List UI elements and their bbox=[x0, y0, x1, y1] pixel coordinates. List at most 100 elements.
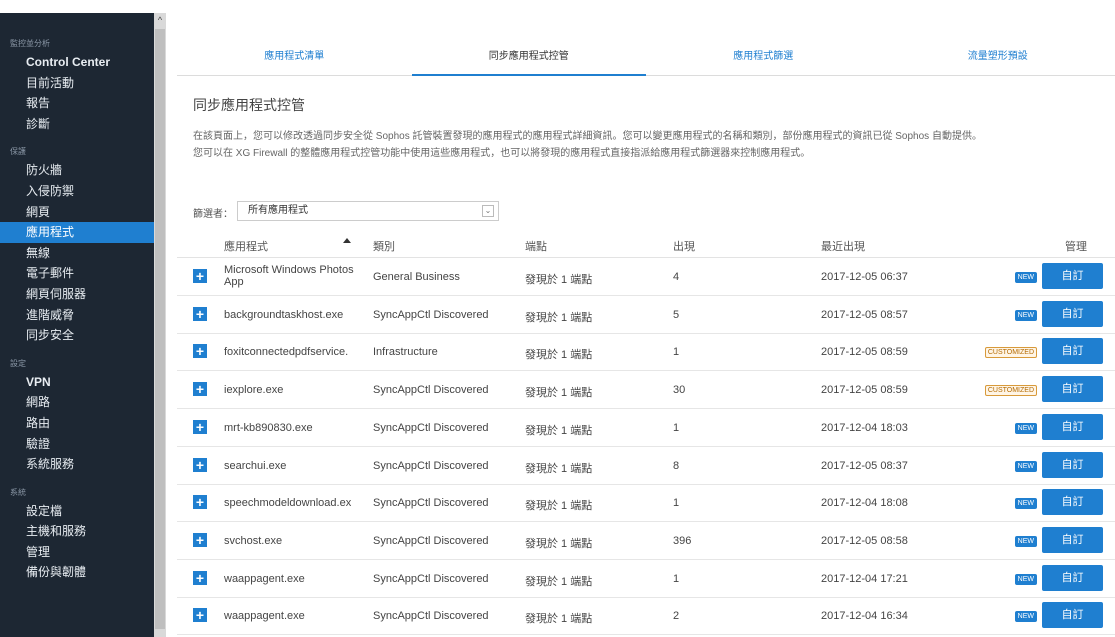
sidebar-item[interactable]: 防火牆 bbox=[0, 160, 166, 181]
header-category[interactable]: 類別 bbox=[373, 238, 395, 254]
app-occurrences: 1 bbox=[673, 346, 680, 359]
sidebar-item[interactable]: 同步安全 bbox=[0, 325, 166, 346]
sidebar-item[interactable]: 網頁 bbox=[0, 202, 166, 223]
expand-plus-icon[interactable]: + bbox=[193, 344, 207, 359]
customize-button[interactable]: 自訂 bbox=[1042, 526, 1103, 553]
sidebar-item[interactable]: 入侵防禦 bbox=[0, 181, 166, 202]
sidebar-item[interactable]: 網路 bbox=[0, 392, 166, 413]
sidebar-item[interactable]: 主機和服務 bbox=[0, 521, 166, 542]
sidebar-item[interactable]: 系統服務 bbox=[0, 454, 166, 475]
app-category: SyncAppCtl Discovered bbox=[373, 459, 489, 472]
expand-plus-icon[interactable]: + bbox=[193, 269, 207, 283]
sidebar-item[interactable]: 目前活動 bbox=[0, 73, 166, 94]
header-endpoint[interactable]: 端點 bbox=[525, 238, 547, 254]
app-occurrences: 4 bbox=[673, 271, 680, 283]
sidebar-item[interactable]: 路由 bbox=[0, 413, 166, 434]
status-badge: NEW bbox=[1014, 573, 1037, 585]
app-name: waappagent.exe bbox=[224, 610, 305, 623]
app-occurrences: 5 bbox=[673, 308, 680, 321]
sidebar-item[interactable]: 診斷 bbox=[0, 114, 166, 135]
tab-app-filter[interactable]: 應用程式篩選 bbox=[646, 40, 881, 75]
expand-plus-icon[interactable]: + bbox=[193, 457, 207, 472]
expand-plus-icon[interactable]: + bbox=[193, 570, 207, 585]
sidebar-item[interactable]: 電子郵件 bbox=[0, 263, 166, 284]
status-badge: NEW bbox=[1014, 460, 1037, 472]
expand-plus-icon[interactable]: + bbox=[193, 382, 207, 397]
customize-button[interactable]: 自訂 bbox=[1042, 300, 1103, 327]
sidebar-item[interactable]: Control Center bbox=[0, 52, 166, 73]
app-last-seen: 2017-12-04 17:21 bbox=[821, 572, 908, 585]
app-category: Infrastructure bbox=[373, 346, 438, 359]
customize-button[interactable]: 自訂 bbox=[1042, 413, 1103, 440]
header-occurrences[interactable]: 出現 bbox=[673, 238, 695, 254]
sidebar-item[interactable]: 應用程式 bbox=[0, 222, 154, 243]
sidebar-item[interactable]: 進階威脅 bbox=[0, 305, 166, 326]
app-last-seen: 2017-12-04 16:34 bbox=[821, 610, 908, 623]
tab-traffic-shaping[interactable]: 流量塑形預設 bbox=[881, 40, 1115, 75]
sort-ascending-icon[interactable] bbox=[343, 238, 351, 243]
sidebar-item[interactable]: 備份與韌體 bbox=[0, 562, 166, 583]
app-endpoint: 發現於 1 端點 bbox=[525, 613, 593, 626]
app-endpoint: 發現於 1 端點 bbox=[525, 349, 593, 362]
header-app[interactable]: 應用程式 bbox=[224, 238, 268, 254]
table-row: + waappagent.exe SyncAppCtl Discovered 發現於 … bbox=[177, 561, 1115, 598]
status-badge: NEW bbox=[1014, 272, 1037, 283]
app-category: SyncAppCtl Discovered bbox=[373, 384, 489, 397]
expand-plus-icon[interactable]: + bbox=[193, 306, 207, 321]
sidebar-section-title: 設定 bbox=[10, 358, 26, 368]
header-last-seen[interactable]: 最近出現 bbox=[821, 238, 865, 254]
scroll-up-icon[interactable]: ^ bbox=[155, 13, 165, 27]
table-row: + waappagent.exe SyncAppCtl Discovered 發現於 … bbox=[177, 598, 1115, 636]
sidebar-item[interactable]: 報告 bbox=[0, 93, 166, 114]
expand-plus-icon[interactable]: + bbox=[193, 495, 207, 510]
table-row: + iexplore.exe SyncAppCtl Discovered 發現於 1 … bbox=[177, 372, 1115, 410]
app-occurrences: 1 bbox=[673, 497, 680, 510]
sidebar-item[interactable]: 驗證 bbox=[0, 434, 166, 455]
sidebar-item[interactable]: 無線 bbox=[0, 243, 166, 264]
sidebar-item[interactable]: 管理 bbox=[0, 542, 166, 563]
customize-button[interactable]: 自訂 bbox=[1042, 263, 1103, 289]
app-occurrences: 1 bbox=[673, 572, 680, 585]
app-occurrences: 1 bbox=[673, 421, 680, 434]
tab-bar: 應用程式清單 同步應用程式控管 應用程式篩選 流量塑形預設 bbox=[177, 40, 1115, 76]
status-badge: NEW bbox=[1014, 309, 1037, 321]
app-name: Microsoft Windows Photos App bbox=[224, 264, 354, 288]
page-description: 在該頁面上，您可以修改透過同步安全從 Sophos 託管裝置發現的應用程式的應用… bbox=[193, 131, 982, 159]
customize-button[interactable]: 自訂 bbox=[1042, 338, 1103, 365]
app-last-seen: 2017-12-05 08:37 bbox=[821, 459, 908, 472]
status-badge: NEW bbox=[1014, 422, 1037, 434]
app-endpoint: 發現於 1 端點 bbox=[525, 387, 593, 400]
tab-app-list[interactable]: 應用程式清單 bbox=[177, 40, 412, 75]
app-category: SyncAppCtl Discovered bbox=[373, 421, 489, 434]
table-row: + Microsoft Windows Photos App General Bus… bbox=[177, 259, 1115, 296]
customize-button[interactable]: 自訂 bbox=[1042, 564, 1103, 591]
customize-button[interactable]: 自訂 bbox=[1042, 451, 1103, 478]
header-manage: 管理 bbox=[1065, 241, 1087, 253]
app-last-seen: 2017-12-05 06:37 bbox=[821, 271, 908, 283]
sidebar-scrollbar-thumb[interactable] bbox=[155, 29, 165, 629]
chevron-down-icon: ⌄ bbox=[482, 205, 494, 217]
app-name: iexplore.exe bbox=[224, 384, 284, 397]
expand-plus-icon[interactable]: + bbox=[193, 419, 207, 434]
app-last-seen: 2017-12-04 18:03 bbox=[821, 421, 908, 434]
filter-select[interactable]: 所有應用程式 ⌄ bbox=[237, 201, 499, 221]
table-row: + svchost.exe SyncAppCtl Discovered 發現於 1 端… bbox=[177, 523, 1115, 560]
sidebar-item[interactable]: 設定檔 bbox=[0, 501, 166, 522]
customize-button[interactable]: 自訂 bbox=[1042, 602, 1103, 629]
sidebar-section-title: 保護 bbox=[10, 147, 26, 157]
customize-button[interactable]: 自訂 bbox=[1042, 376, 1103, 403]
app-name: searchui.exe bbox=[224, 459, 287, 472]
status-badge: NEW bbox=[1014, 611, 1037, 623]
app-occurrences: 2 bbox=[673, 610, 680, 623]
page-title: 同步應用程式控管 bbox=[193, 97, 305, 113]
expand-plus-icon[interactable]: + bbox=[193, 608, 207, 623]
app-last-seen: 2017-12-04 18:08 bbox=[821, 497, 908, 510]
app-name: svchost.exe bbox=[224, 534, 283, 547]
app-endpoint: 發現於 1 端點 bbox=[525, 424, 593, 437]
sidebar-item[interactable]: 網頁伺服器 bbox=[0, 284, 166, 305]
customize-button[interactable]: 自訂 bbox=[1042, 489, 1103, 516]
expand-plus-icon[interactable]: + bbox=[193, 532, 207, 547]
app-category: SyncAppCtl Discovered bbox=[373, 534, 489, 547]
tab-sync-app-control[interactable]: 同步應用程式控管 bbox=[411, 40, 647, 76]
sidebar-item[interactable]: VPN bbox=[0, 372, 166, 393]
